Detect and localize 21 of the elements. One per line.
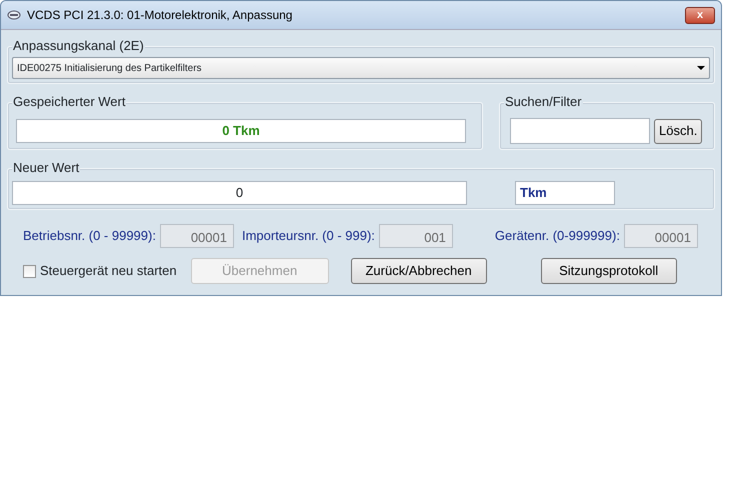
readonly-field: 00001 bbox=[160, 224, 234, 248]
checkbox[interactable] bbox=[23, 264, 36, 278]
stored-value: 0 Tkm bbox=[16, 119, 466, 143]
action-button[interactable]: Sitzungsprotokoll bbox=[540, 258, 677, 284]
caret-icon bbox=[697, 65, 705, 71]
field-label: Gerätenr. (0-999999): bbox=[494, 227, 620, 246]
clear-button[interactable]: Lösch. bbox=[654, 118, 702, 144]
field-label: Importeursnr. (0 - 999): bbox=[242, 227, 375, 246]
window-title: VCDS PCI 21.3.0: 01-Motorelektronik, Anpassung bbox=[27, 7, 292, 24]
group-label: Anpassungskanal (2E) bbox=[12, 38, 145, 54]
readonly-field: 00001 bbox=[624, 224, 698, 248]
search-field[interactable] bbox=[510, 118, 650, 144]
readonly-field: 001 bbox=[378, 224, 453, 248]
channel-dropdown[interactable]: IDE00275 Initialisierung des Partikelfilters bbox=[12, 57, 710, 79]
group-label: Gespeicherter Wert bbox=[12, 94, 126, 110]
app-icon bbox=[7, 10, 21, 20]
action-button[interactable]: Zurück/Abbrechen bbox=[350, 258, 487, 284]
field-label: Betriebsnr. (0 - 99999): bbox=[23, 227, 156, 246]
new-value-field[interactable]: 0 bbox=[12, 181, 467, 205]
unit-field[interactable]: Tkm bbox=[515, 181, 615, 205]
checkbox-label[interactable]: Steuergerät neu starten bbox=[40, 261, 177, 281]
